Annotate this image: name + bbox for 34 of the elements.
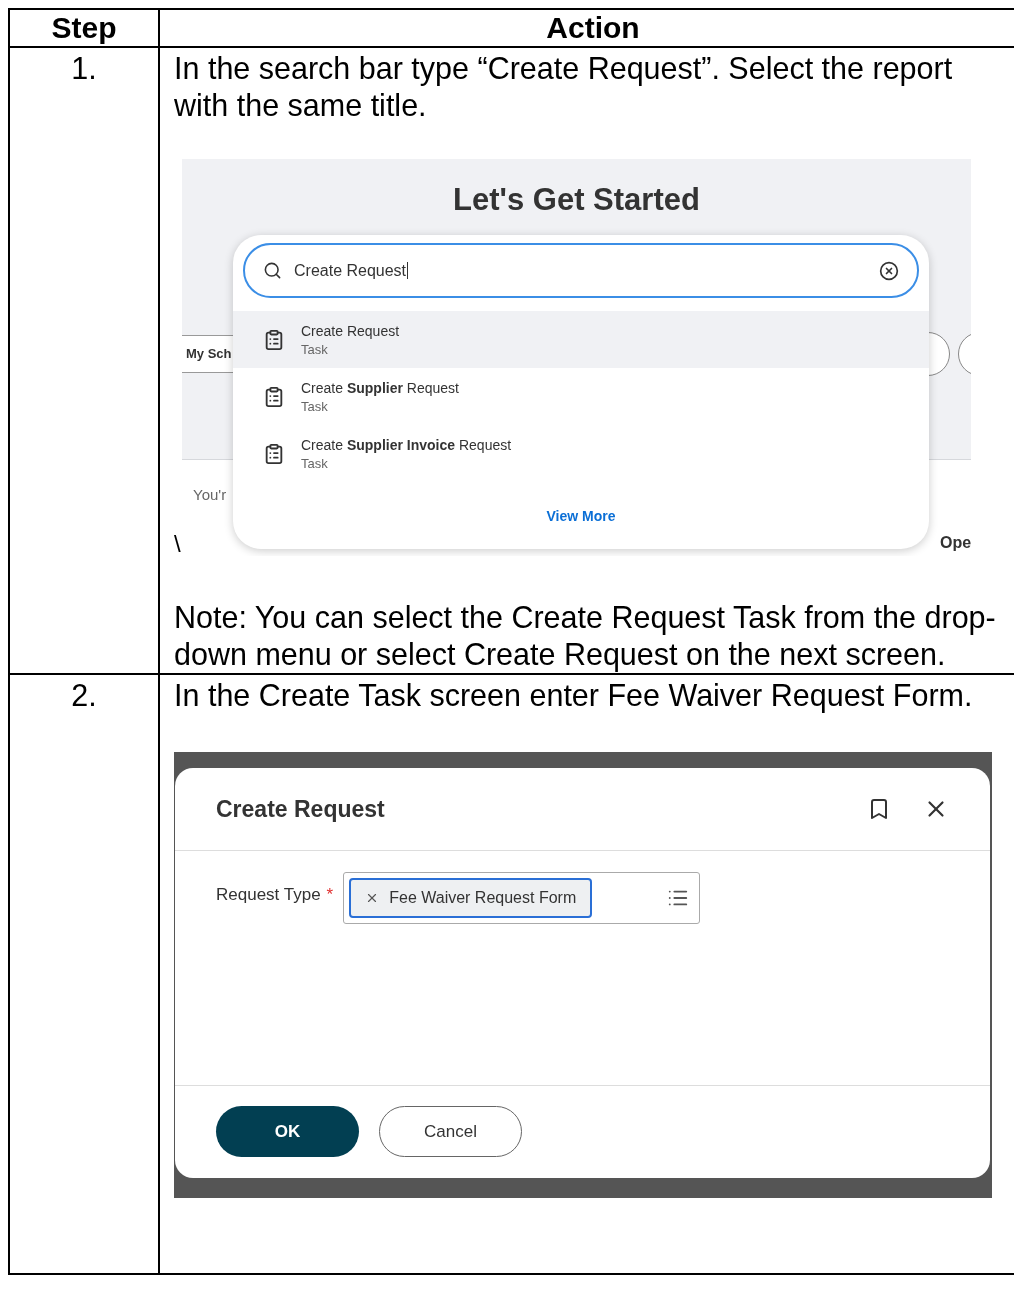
request-type-field[interactable]: Fee Waiver Request Form bbox=[343, 872, 701, 924]
ok-button[interactable]: OK bbox=[216, 1106, 359, 1157]
search-field[interactable]: Create Request bbox=[243, 243, 919, 298]
field-label: Request Type bbox=[216, 884, 321, 906]
instruction-text: In the Create Task screen enter Fee Waiver Request Form. bbox=[174, 677, 974, 714]
search-value: Create Request bbox=[294, 260, 410, 281]
clear-icon[interactable] bbox=[879, 260, 899, 281]
view-more-link[interactable]: View More bbox=[546, 506, 616, 527]
instruction-text: In the search bar type “Create Request”. Select the report with the same title. bbox=[174, 50, 954, 124]
cancel-button[interactable]: Cancel bbox=[379, 1106, 522, 1157]
result-item[interactable]: Create Supplier Invoice Request Task bbox=[233, 425, 929, 482]
clipboard-icon bbox=[263, 328, 285, 351]
stray-mark: \ bbox=[174, 532, 182, 556]
selected-chip[interactable]: Fee Waiver Request Form bbox=[349, 878, 593, 918]
result-item[interactable]: Create Request Task bbox=[233, 311, 929, 368]
result-item[interactable]: Create Supplier Request Task bbox=[233, 368, 929, 425]
required-asterisk: * bbox=[326, 884, 334, 906]
column-header: Action bbox=[159, 9, 1014, 47]
result-type: Task bbox=[301, 340, 329, 359]
step-number: 2. bbox=[9, 674, 159, 1274]
page-heading: Let's Get Started bbox=[452, 181, 701, 219]
step-number: 1. bbox=[9, 47, 159, 674]
dialog-title: Create Request bbox=[216, 794, 385, 824]
result-title: Create Supplier Request bbox=[301, 378, 459, 398]
result-type: Task bbox=[301, 454, 329, 473]
clipboard-icon bbox=[263, 442, 285, 465]
result-title: Create Request bbox=[301, 321, 400, 341]
note-text: Note: You can select the Create Request Task from the drop-down menu or select Create Request on the next screen. bbox=[174, 599, 997, 673]
search-icon bbox=[263, 261, 282, 280]
clipboard-icon bbox=[263, 385, 285, 408]
result-type: Task bbox=[301, 397, 329, 416]
column-header: Step bbox=[9, 9, 159, 47]
result-title: Create Supplier Invoice Request bbox=[301, 435, 512, 455]
background-text: You'r bbox=[193, 485, 227, 505]
